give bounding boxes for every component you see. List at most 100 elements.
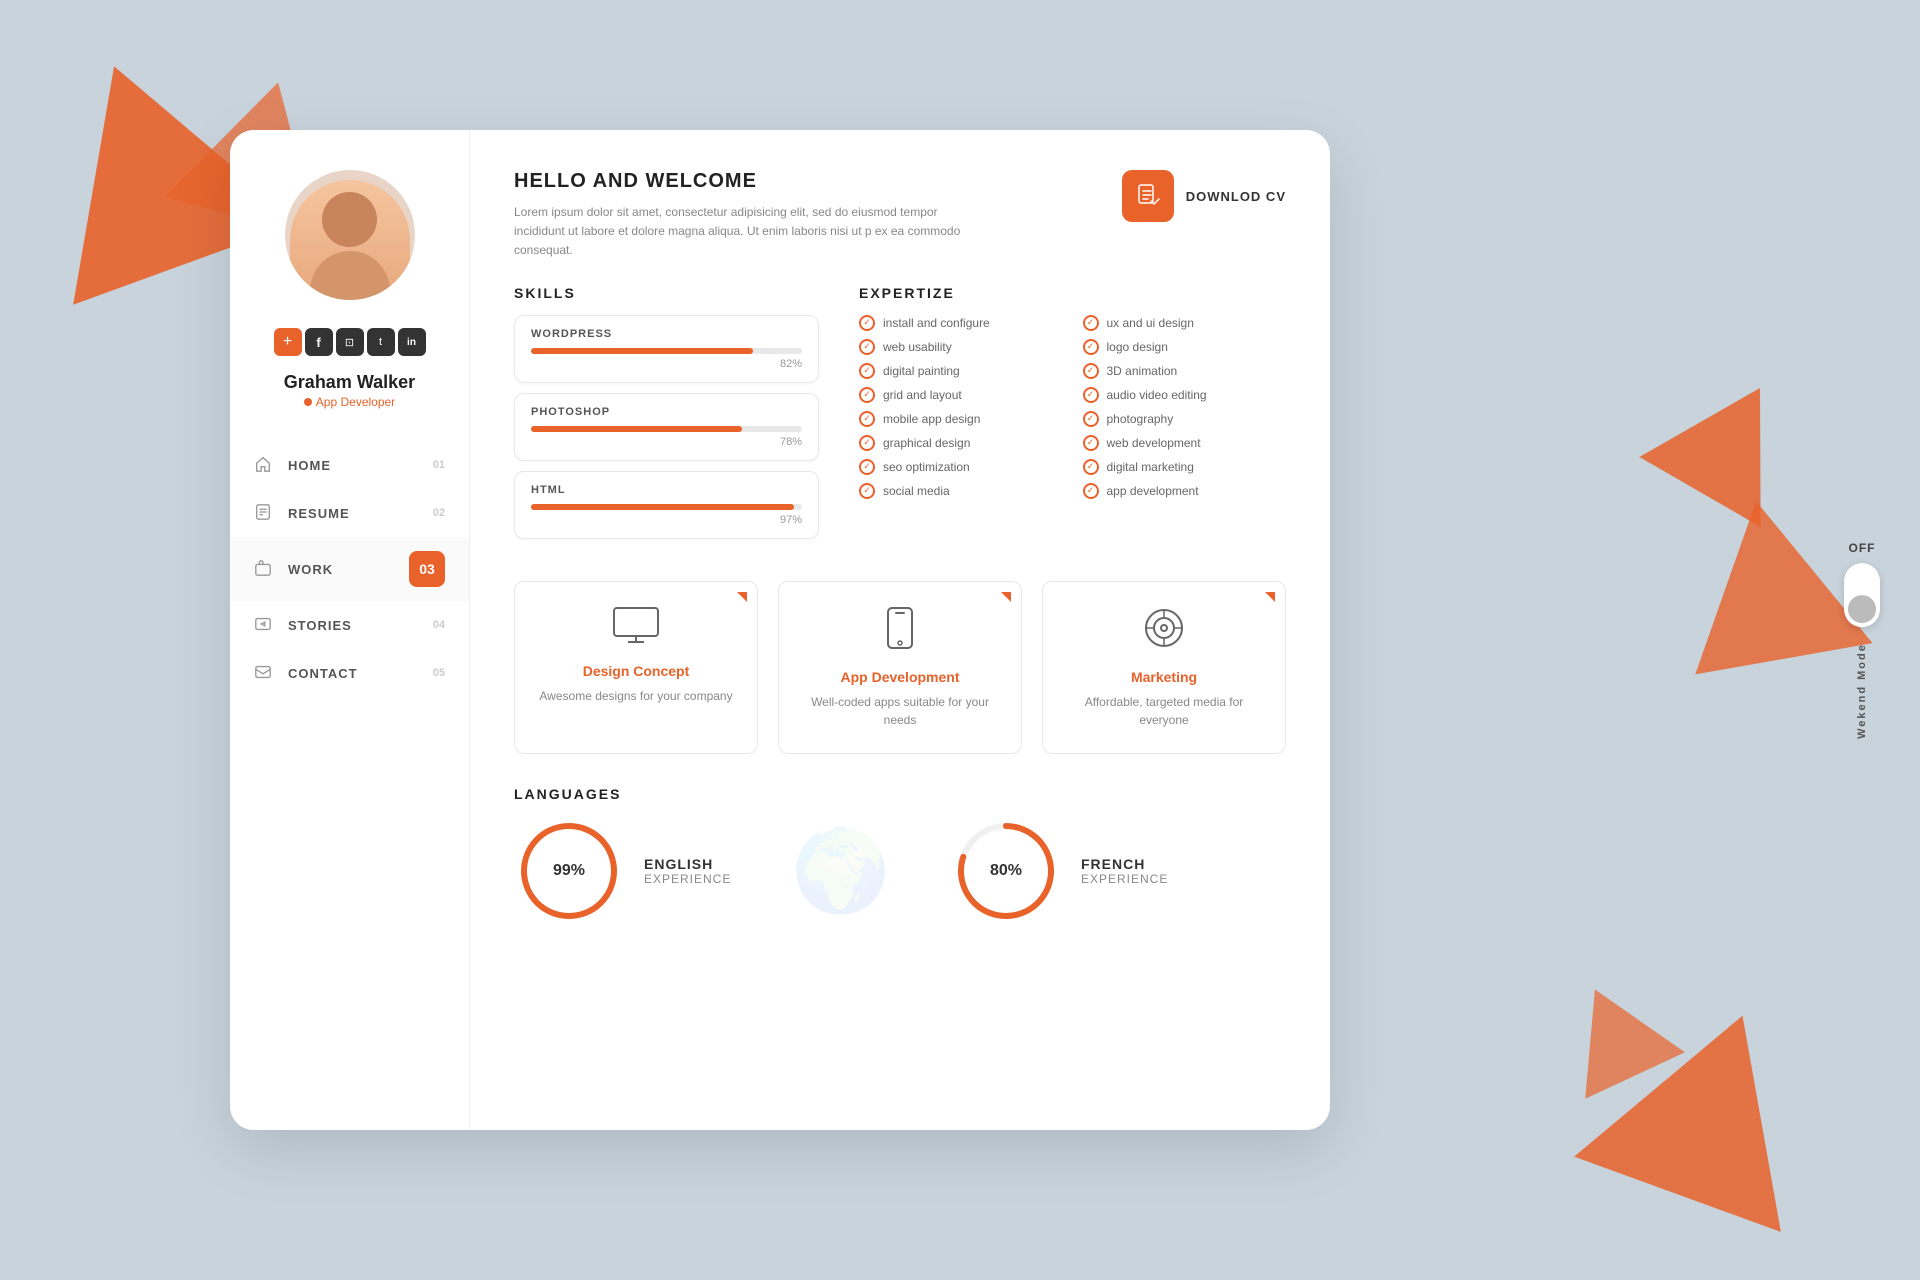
sidebar-item-resume[interactable]: RESUME 02 xyxy=(230,489,469,537)
app-title: App Development xyxy=(799,669,1001,685)
exp-label: seo optimization xyxy=(883,460,970,474)
expertize-item: install and configure xyxy=(859,315,1063,331)
expertize-item: app development xyxy=(1083,483,1287,499)
profile-name: Graham Walker xyxy=(284,372,415,393)
skill-item: HTML 97% xyxy=(514,471,819,539)
contact-label: CONTACT xyxy=(288,666,433,681)
home-number: 01 xyxy=(433,459,445,471)
french-sub: EXPERIENCE xyxy=(1081,872,1168,886)
skill-name: PHOTOSHOP xyxy=(531,406,802,418)
world-map-deco: 🌍 xyxy=(791,824,891,918)
work-badge: 03 xyxy=(409,551,445,587)
download-cv-button[interactable]: DOWNLOD CV xyxy=(1122,170,1286,222)
skill-bar-bg xyxy=(531,504,802,510)
skill-bar-fill xyxy=(531,348,753,354)
contact-number: 05 xyxy=(433,667,445,679)
exp-check-icon xyxy=(1083,459,1099,475)
expertize-item: photography xyxy=(1083,411,1287,427)
resume-icon xyxy=(254,503,274,523)
stories-icon xyxy=(254,615,274,635)
weekend-mode-toggle[interactable]: OFF Wekend Mode xyxy=(1844,541,1880,739)
cv-text: DOWNLOD CV xyxy=(1186,189,1286,204)
person-head xyxy=(322,192,377,247)
skill-percent: 82% xyxy=(531,358,802,370)
skill-bar-fill xyxy=(531,504,794,510)
deco-triangle-5 xyxy=(1574,978,1846,1232)
exp-label: web development xyxy=(1107,436,1201,450)
welcome-title: HELLO AND WELCOME xyxy=(514,170,964,193)
exp-check-icon xyxy=(1083,411,1099,427)
skill-percent: 78% xyxy=(531,436,802,448)
exp-label: audio video editing xyxy=(1107,388,1207,402)
skills-list: WORDPRESS 82% PHOTOSHOP 78% HTML 97% xyxy=(514,315,819,539)
expertize-col2: ux and ui design logo design 3D animatio… xyxy=(1083,315,1287,507)
marketing-icon xyxy=(1063,606,1265,659)
marketing-title: Marketing xyxy=(1063,669,1265,685)
instagram-icon[interactable]: ⊡ xyxy=(336,328,364,356)
skill-bar-fill xyxy=(531,426,742,432)
facebook-icon[interactable]: f xyxy=(305,328,333,356)
expertize-item: audio video editing xyxy=(1083,387,1287,403)
twitter-icon[interactable]: t xyxy=(367,328,395,356)
skill-name: HTML xyxy=(531,484,802,496)
avatar-wrapper xyxy=(280,170,420,310)
exp-label: digital painting xyxy=(883,364,960,378)
sidebar-item-home[interactable]: HOME 01 xyxy=(230,441,469,489)
monitor-icon xyxy=(535,606,737,653)
exp-label: graphical design xyxy=(883,436,970,450)
sidebar-item-work[interactable]: WORK 03 xyxy=(230,537,469,601)
profile-role: App Developer xyxy=(304,395,395,409)
work-label: WORK xyxy=(288,562,409,577)
work-icon xyxy=(254,559,274,579)
expertize-col1: install and configure web usability digi… xyxy=(859,315,1063,507)
exp-label: app development xyxy=(1107,484,1199,498)
marketing-desc: Affordable, targeted media for everyone xyxy=(1063,693,1265,729)
sidebar: + f ⊡ t in Graham Walker App Developer H… xyxy=(230,130,470,1130)
resume-number: 02 xyxy=(433,507,445,519)
toggle-knob xyxy=(1848,595,1876,623)
english-sub: EXPERIENCE xyxy=(644,872,731,886)
expertize-item: digital marketing xyxy=(1083,459,1287,475)
english-chart: 99% xyxy=(514,816,624,926)
exp-label: web usability xyxy=(883,340,952,354)
toggle-mode-label: Wekend Mode xyxy=(1856,643,1868,739)
skills-title: SKILLS xyxy=(514,285,819,301)
skill-name: WORDPRESS xyxy=(531,328,802,340)
social-add-button[interactable]: + xyxy=(274,328,302,356)
stories-number: 04 xyxy=(433,619,445,631)
role-dot xyxy=(304,398,312,406)
exp-label: photography xyxy=(1107,412,1174,426)
expertize-item: graphical design xyxy=(859,435,1063,451)
sidebar-item-contact[interactable]: CONTACT 05 xyxy=(230,649,469,697)
languages-row: 99% ENGLISH EXPERIENCE 🌍 8 xyxy=(514,816,1286,926)
expertize-section: EXPERTIZE install and configure web usab… xyxy=(859,285,1286,549)
exp-check-icon xyxy=(1083,483,1099,499)
design-desc: Awesome designs for your company xyxy=(535,687,737,705)
main-content: HELLO AND WELCOME Lorem ipsum dolor sit … xyxy=(470,130,1330,1130)
welcome-text-block: HELLO AND WELCOME Lorem ipsum dolor sit … xyxy=(514,170,964,261)
app-desc: Well-coded apps suitable for your needs xyxy=(799,693,1001,729)
french-chart: 80% xyxy=(951,816,1061,926)
service-corner-1 xyxy=(737,592,747,602)
expertize-item: mobile app design xyxy=(859,411,1063,427)
toggle-switch[interactable] xyxy=(1844,563,1880,627)
exp-label: social media xyxy=(883,484,950,498)
design-title: Design Concept xyxy=(535,663,737,679)
exp-check-icon xyxy=(1083,363,1099,379)
deco-triangle-4 xyxy=(1667,486,1872,675)
french-name: FRENCH xyxy=(1081,856,1168,872)
expertize-item: social media xyxy=(859,483,1063,499)
skills-section: SKILLS WORDPRESS 82% PHOTOSHOP 78% HTML … xyxy=(514,285,819,549)
exp-label: install and configure xyxy=(883,316,990,330)
expertize-item: web usability xyxy=(859,339,1063,355)
skill-item: PHOTOSHOP 78% xyxy=(514,393,819,461)
mobile-icon xyxy=(799,606,1001,659)
skill-bar-bg xyxy=(531,348,802,354)
welcome-text: Lorem ipsum dolor sit amet, consectetur … xyxy=(514,203,964,261)
exp-check-icon xyxy=(1083,435,1099,451)
exp-label: digital marketing xyxy=(1107,460,1194,474)
sidebar-item-stories[interactable]: STORIES 04 xyxy=(230,601,469,649)
linkedin-icon[interactable]: in xyxy=(398,328,426,356)
avatar-person xyxy=(290,180,410,300)
toggle-off-label: OFF xyxy=(1849,541,1876,555)
